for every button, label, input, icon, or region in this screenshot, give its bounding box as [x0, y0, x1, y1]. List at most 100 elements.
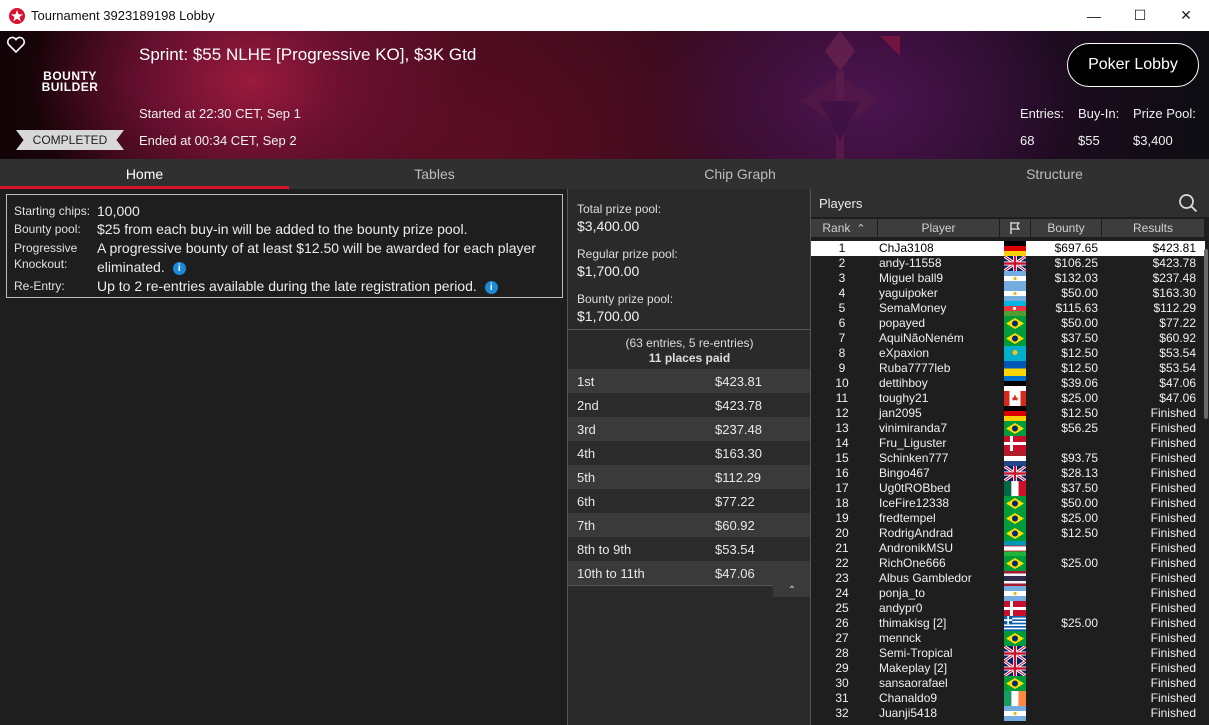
player-bounty: $56.25 — [1061, 421, 1098, 435]
country-flag-icon — [1004, 481, 1026, 496]
player-row[interactable]: 24 ponja_to Finished — [811, 586, 1205, 601]
player-rank: 31 — [835, 691, 849, 705]
player-rank: 7 — [838, 331, 846, 345]
player-row[interactable]: 3 Miguel ball9 $132.03 $237.48 — [811, 271, 1205, 286]
player-row[interactable]: 30 sansaorafael Finished — [811, 676, 1205, 691]
player-row[interactable]: 19 fredtempel $25.00 Finished — [811, 511, 1205, 526]
tab-tables[interactable]: Tables — [289, 159, 580, 189]
player-result: Finished — [1150, 571, 1196, 585]
favorite-heart-icon[interactable] — [6, 36, 26, 54]
payout-row: 4th $163.30 — [568, 441, 811, 465]
player-row[interactable]: 7 AquiNãoNeném $37.50 $60.92 — [811, 331, 1205, 346]
entries-value: 68 — [1020, 133, 1035, 148]
player-rank: 10 — [835, 376, 849, 390]
player-row[interactable]: 25 andypr0 Finished — [811, 601, 1205, 616]
player-row[interactable]: 21 AndronikMSU Finished — [811, 541, 1205, 556]
poker-lobby-button[interactable]: Poker Lobby — [1067, 43, 1199, 87]
player-row[interactable]: 31 Chanaldo9 Finished — [811, 691, 1205, 706]
player-rank: 4 — [838, 286, 846, 300]
regular-prize-label: Regular prize pool: — [577, 247, 678, 261]
player-row[interactable]: 11 toughy21 $25.00 $47.06 — [811, 391, 1205, 406]
player-name: yaguipoker — [879, 286, 938, 300]
pko-value: A progressive bounty of at least $12.50 … — [97, 240, 536, 275]
column-results[interactable]: Results — [1102, 219, 1204, 237]
tab-bar: Home Tables Chip Graph Structure — [0, 159, 1209, 189]
player-rank: 21 — [835, 541, 849, 555]
player-name: RichOne666 — [879, 556, 946, 570]
payout-row: 5th $112.29 — [568, 465, 811, 489]
player-row[interactable]: 17 Ug0tROBbed $37.50 Finished — [811, 481, 1205, 496]
collapse-chevron-up-icon[interactable]: ⌃ — [773, 585, 811, 597]
player-name: IceFire12338 — [879, 496, 950, 510]
player-row[interactable]: 28 Semi-Tropical Finished — [811, 644, 1205, 663]
player-result: Finished — [1150, 481, 1196, 495]
player-bounty: $132.03 — [1054, 271, 1098, 285]
player-name: sansaorafael — [879, 676, 948, 690]
info-icon[interactable]: i — [172, 262, 186, 275]
country-flag-icon — [1004, 286, 1026, 301]
player-row[interactable]: 26 thimakisg [2] $25.00 Finished — [811, 616, 1205, 631]
player-result: $47.06 — [1159, 376, 1196, 390]
player-row[interactable]: 27 mennck Finished — [811, 631, 1205, 646]
player-result: Finished — [1150, 586, 1196, 600]
player-row[interactable]: 32 Juanji5418 Finished — [811, 706, 1205, 721]
player-row[interactable]: 14 Fru_Liguster Finished — [811, 436, 1205, 451]
player-row[interactable]: 6 popayed $50.00 $77.22 — [811, 316, 1205, 331]
player-row[interactable]: 18 IceFire12338 $50.00 Finished — [811, 496, 1205, 511]
column-player[interactable]: Player — [878, 219, 999, 237]
player-result: $163.30 — [1152, 286, 1196, 300]
column-rank[interactable]: Rank ⌃ — [811, 219, 877, 237]
country-flag-icon — [1004, 406, 1026, 421]
player-row[interactable]: 13 vinimiranda7 $56.25 Finished — [811, 421, 1205, 436]
country-flag-icon — [1004, 301, 1026, 316]
player-bounty: $37.50 — [1061, 331, 1098, 345]
country-flag-icon — [1004, 316, 1026, 331]
player-row[interactable]: 8 eXpaxion $12.50 $53.54 — [811, 346, 1205, 361]
player-rank: 13 — [835, 421, 849, 435]
column-country-flag-icon[interactable] — [1000, 219, 1030, 237]
entries-summary: (63 entries, 5 re-entries) 11 places pai… — [568, 336, 811, 366]
tab-home[interactable]: Home — [0, 159, 289, 189]
player-row[interactable]: 16 Bingo467 $28.13 Finished — [811, 464, 1205, 483]
player-row[interactable]: 12 jan2095 $12.50 Finished — [811, 406, 1205, 421]
player-row[interactable]: 5 SemaMoney $115.63 $112.29 — [811, 301, 1205, 316]
pokerstars-logo-icon — [9, 7, 25, 24]
player-row[interactable]: 29 Makeplay [2] Finished — [811, 659, 1205, 678]
places-paid: 11 places paid — [648, 351, 731, 365]
player-row[interactable]: 20 RodrigAndrad $12.50 Finished — [811, 526, 1205, 541]
search-icon[interactable] — [1178, 193, 1198, 213]
tab-structure[interactable]: Structure — [900, 159, 1209, 189]
scrollbar-thumb[interactable] — [1204, 249, 1208, 419]
country-flag-icon — [1004, 436, 1026, 451]
payout-amount: $53.54 — [715, 541, 755, 557]
country-flag-icon — [1004, 691, 1026, 706]
minimize-button[interactable]: — — [1071, 0, 1117, 31]
maximize-button[interactable]: ☐ — [1117, 0, 1163, 31]
player-row[interactable]: 10 dettihboy $39.06 $47.06 — [811, 376, 1205, 391]
player-result: Finished — [1150, 646, 1196, 660]
player-row[interactable]: 15 Schinken777 $93.75 Finished — [811, 451, 1205, 466]
player-result: Finished — [1150, 496, 1196, 510]
player-bounty: $39.06 — [1061, 376, 1098, 390]
player-name: Chanaldo9 — [879, 691, 938, 705]
end-time: Ended at 00:34 CET, Sep 2 — [139, 133, 297, 148]
player-row[interactable]: 9 Ruba7777leb $12.50 $53.54 — [811, 361, 1205, 376]
payout-row: 2nd $423.78 — [568, 393, 811, 417]
prize-pool-panel: Total prize pool: $3,400.00 Regular priz… — [567, 189, 811, 725]
tab-chip-graph[interactable]: Chip Graph — [580, 159, 900, 189]
column-bounty[interactable]: Bounty — [1031, 219, 1101, 237]
player-row[interactable]: 1 ChJa3108 $697.65 $423.81 — [811, 241, 1205, 256]
player-row[interactable]: 23 Albus Gambledor Finished — [811, 571, 1205, 586]
total-prize-value: $3,400.00 — [577, 218, 640, 234]
player-row[interactable]: 22 RichOne666 $25.00 Finished — [811, 556, 1205, 571]
player-row[interactable]: 2 andy-11558 $106.25 $423.78 — [811, 254, 1205, 273]
payout-row: 8th to 9th $53.54 — [568, 537, 811, 561]
decorative-art — [800, 31, 900, 159]
info-icon[interactable]: i — [484, 281, 498, 294]
close-button[interactable]: ✕ — [1163, 0, 1209, 31]
payout-place: 8th to 9th — [577, 541, 632, 557]
player-row[interactable]: 4 yaguipoker $50.00 $163.30 — [811, 286, 1205, 301]
player-result: Finished — [1150, 541, 1196, 555]
payout-place: 10th to 11th — [577, 565, 645, 581]
country-flag-icon — [1004, 601, 1026, 616]
